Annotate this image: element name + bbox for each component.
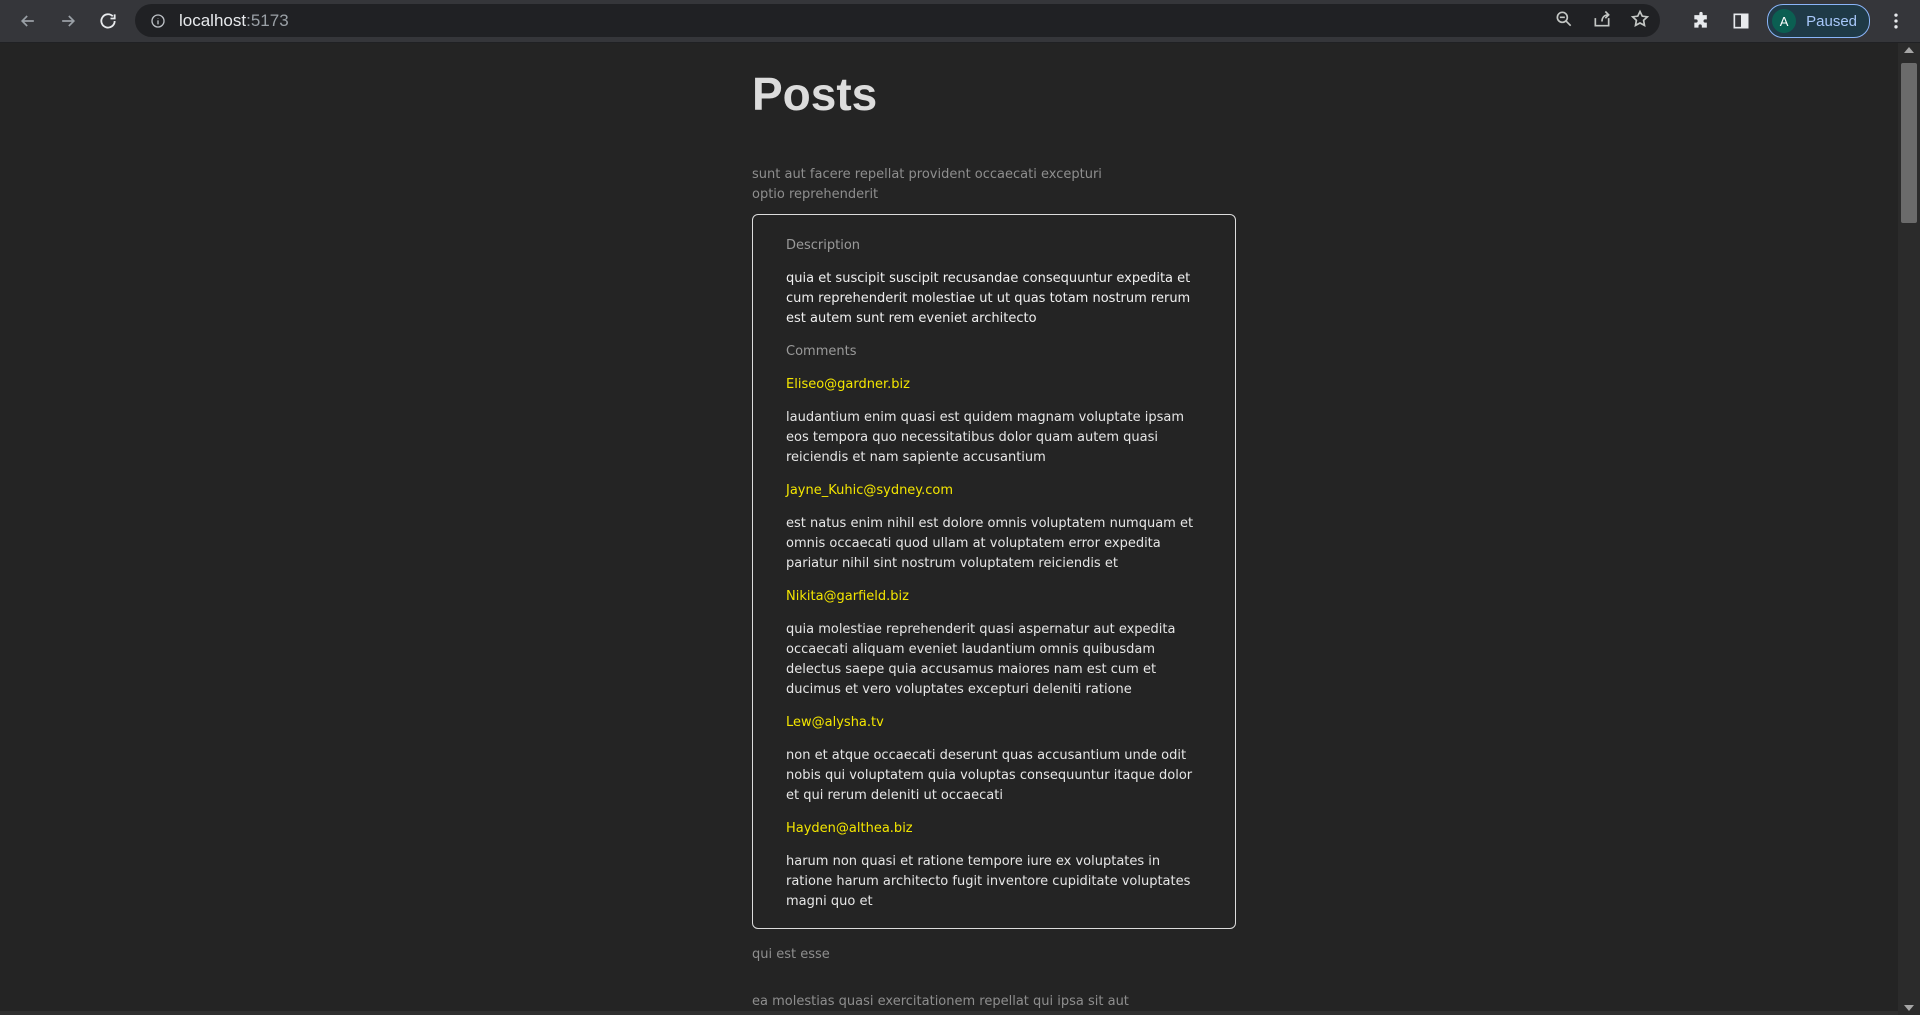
post-title[interactable]: sunt aut facere repellat provident occae… — [752, 165, 1122, 205]
comment-body: harum non quasi et ratione tempore iure … — [786, 854, 1191, 909]
post-title[interactable]: qui est esse — [752, 945, 1238, 965]
info-icon[interactable] — [149, 12, 167, 30]
comment-email: Jayne_Kuhic@sydney.com — [786, 483, 954, 498]
menu-button[interactable] — [1876, 1, 1916, 41]
comment-body: laudantium enim quasi est quidem magnam … — [786, 410, 1184, 465]
extensions-button[interactable] — [1681, 1, 1721, 41]
reload-button[interactable] — [88, 1, 128, 41]
url-host: localhost — [179, 10, 247, 30]
comment-email: Lew@alysha.tv — [786, 715, 884, 730]
vertical-scrollbar[interactable] — [1898, 43, 1920, 1015]
comment-body: quia molestiae reprehenderit quasi asper… — [786, 622, 1176, 697]
address-bar[interactable]: localhost:5173 — [135, 4, 1660, 37]
browser-toolbar: localhost:5173 A Paused — [0, 0, 1920, 43]
comment-email: Eliseo@gardner.biz — [786, 377, 910, 392]
extensions-icon — [1694, 11, 1707, 28]
post-details-card: Description quia et suscipit suscipit re… — [752, 214, 1236, 929]
url-port: :5173 — [246, 10, 289, 30]
page-title: Posts — [752, 68, 878, 120]
comment-body: est natus enim nihil est dolore omnis vo… — [786, 516, 1194, 571]
scroll-up-arrow[interactable] — [1904, 47, 1914, 53]
comment-email: Nikita@garfield.biz — [786, 589, 909, 604]
description-label: Description — [786, 238, 861, 253]
forward-button[interactable] — [48, 1, 88, 41]
back-icon — [20, 15, 34, 27]
url-text: localhost:5173 — [179, 11, 289, 31]
share-icon[interactable] — [1592, 9, 1612, 33]
zoom-icon[interactable] — [1554, 9, 1574, 33]
star-icon[interactable] — [1630, 9, 1650, 33]
post-title[interactable]: ea molestias quasi exercitationem repell… — [752, 992, 1238, 1012]
scroll-down-arrow[interactable] — [1904, 1005, 1914, 1011]
sidebar-icon — [1733, 13, 1749, 29]
reload-icon — [100, 13, 116, 29]
profile-status: Paused — [1806, 12, 1857, 30]
comment-email: Hayden@althea.biz — [786, 821, 913, 836]
posts-page: Posts sunt aut facere repellat provident… — [752, 43, 1238, 1012]
menu-icon — [1894, 13, 1898, 29]
avatar: A — [1772, 9, 1797, 33]
scroll-thumb[interactable] — [1901, 63, 1917, 223]
forward-icon — [62, 15, 76, 27]
post-description: quia et suscipit suscipit recusandae con… — [786, 271, 1191, 326]
comments-label: Comments — [786, 344, 857, 359]
comment-body: non et atque occaecati deserunt quas acc… — [786, 748, 1193, 803]
back-button[interactable] — [8, 1, 48, 41]
profile-button[interactable]: A Paused — [1767, 4, 1870, 38]
horizontal-scroll-track — [0, 1011, 1898, 1015]
side-panel-button[interactable] — [1721, 1, 1761, 41]
